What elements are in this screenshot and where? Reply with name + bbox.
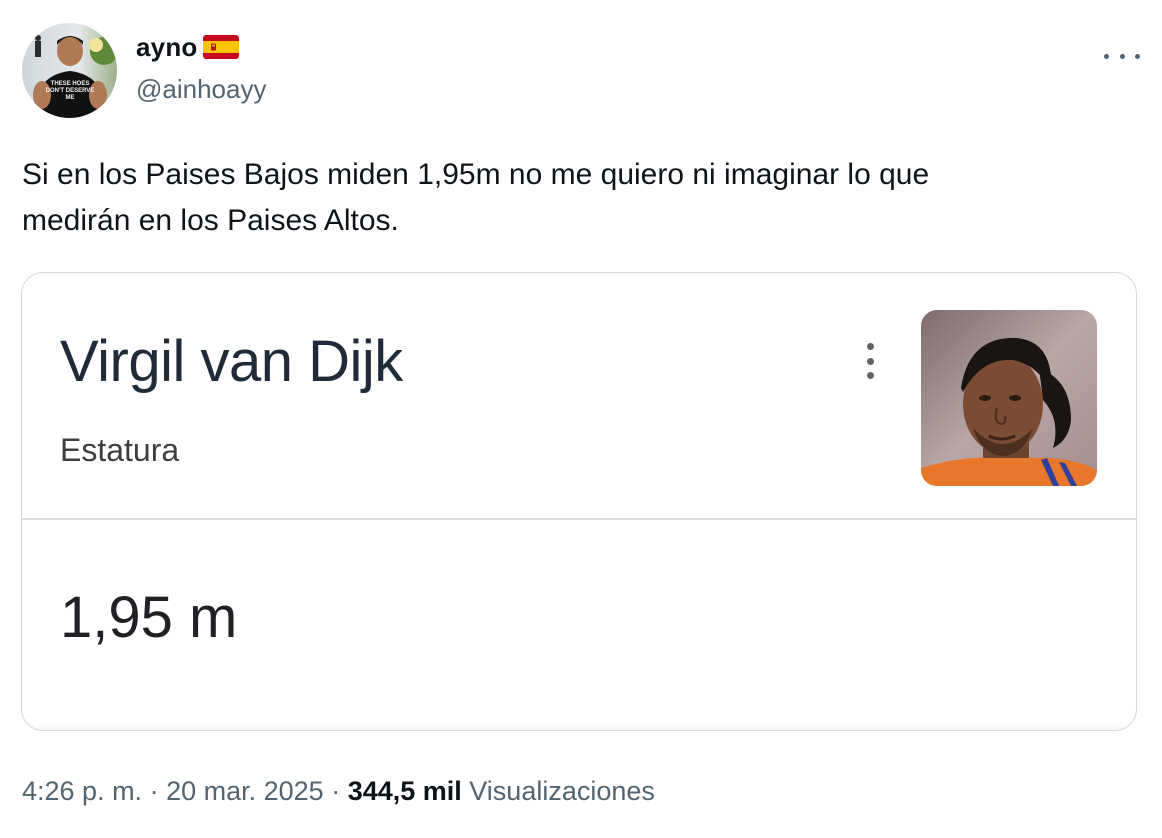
dot [1119, 53, 1125, 59]
views-label[interactable]: Visualizaciones [462, 776, 655, 806]
views-count[interactable]: 344,5 mil [348, 776, 462, 806]
knowledge-card[interactable]: Virgil van Dijk Estatura 1,95 m [21, 272, 1137, 731]
meta-separator: · [323, 776, 348, 806]
display-name-text[interactable]: ayno [136, 32, 197, 62]
dot [866, 372, 874, 379]
tweet-text: Si en los Paises Bajos miden 1,95m no me… [22, 158, 930, 237]
dot [866, 357, 874, 365]
tweet-date[interactable]: 20 mar. 2025 [166, 776, 324, 806]
card-divider [22, 518, 1136, 520]
height-value: 1,95 m [60, 585, 238, 650]
svg-text:ME: ME [66, 95, 75, 101]
person-photo[interactable] [921, 310, 1097, 486]
kebab-menu-icon[interactable] [864, 343, 876, 379]
more-options-icon[interactable] [1104, 44, 1140, 68]
tweet-time[interactable]: 4:26 p. m. [22, 776, 142, 806]
svg-text:THESE HOES: THESE HOES [51, 81, 90, 87]
author-avatar[interactable]: THESE HOES DON'T DESERVE ME [22, 23, 117, 118]
card-bottom-shadow [22, 722, 1136, 730]
dot [866, 343, 874, 350]
dot [1135, 53, 1140, 59]
svg-text:DON'T DESERVE: DON'T DESERVE [46, 88, 95, 94]
meta-separator: · [142, 776, 167, 806]
card-subtitle: Estatura [60, 432, 180, 468]
author-handle[interactable]: @ainhoayy [136, 74, 266, 104]
card-title: Virgil van Dijk [60, 329, 403, 394]
author-display-name[interactable]: ayno [136, 32, 240, 62]
dot [1104, 53, 1109, 59]
tweet-meta: 4:26 p. m. · 20 mar. 2025 · 344,5 mil Vi… [22, 774, 655, 808]
spain-flag-icon [203, 35, 240, 59]
